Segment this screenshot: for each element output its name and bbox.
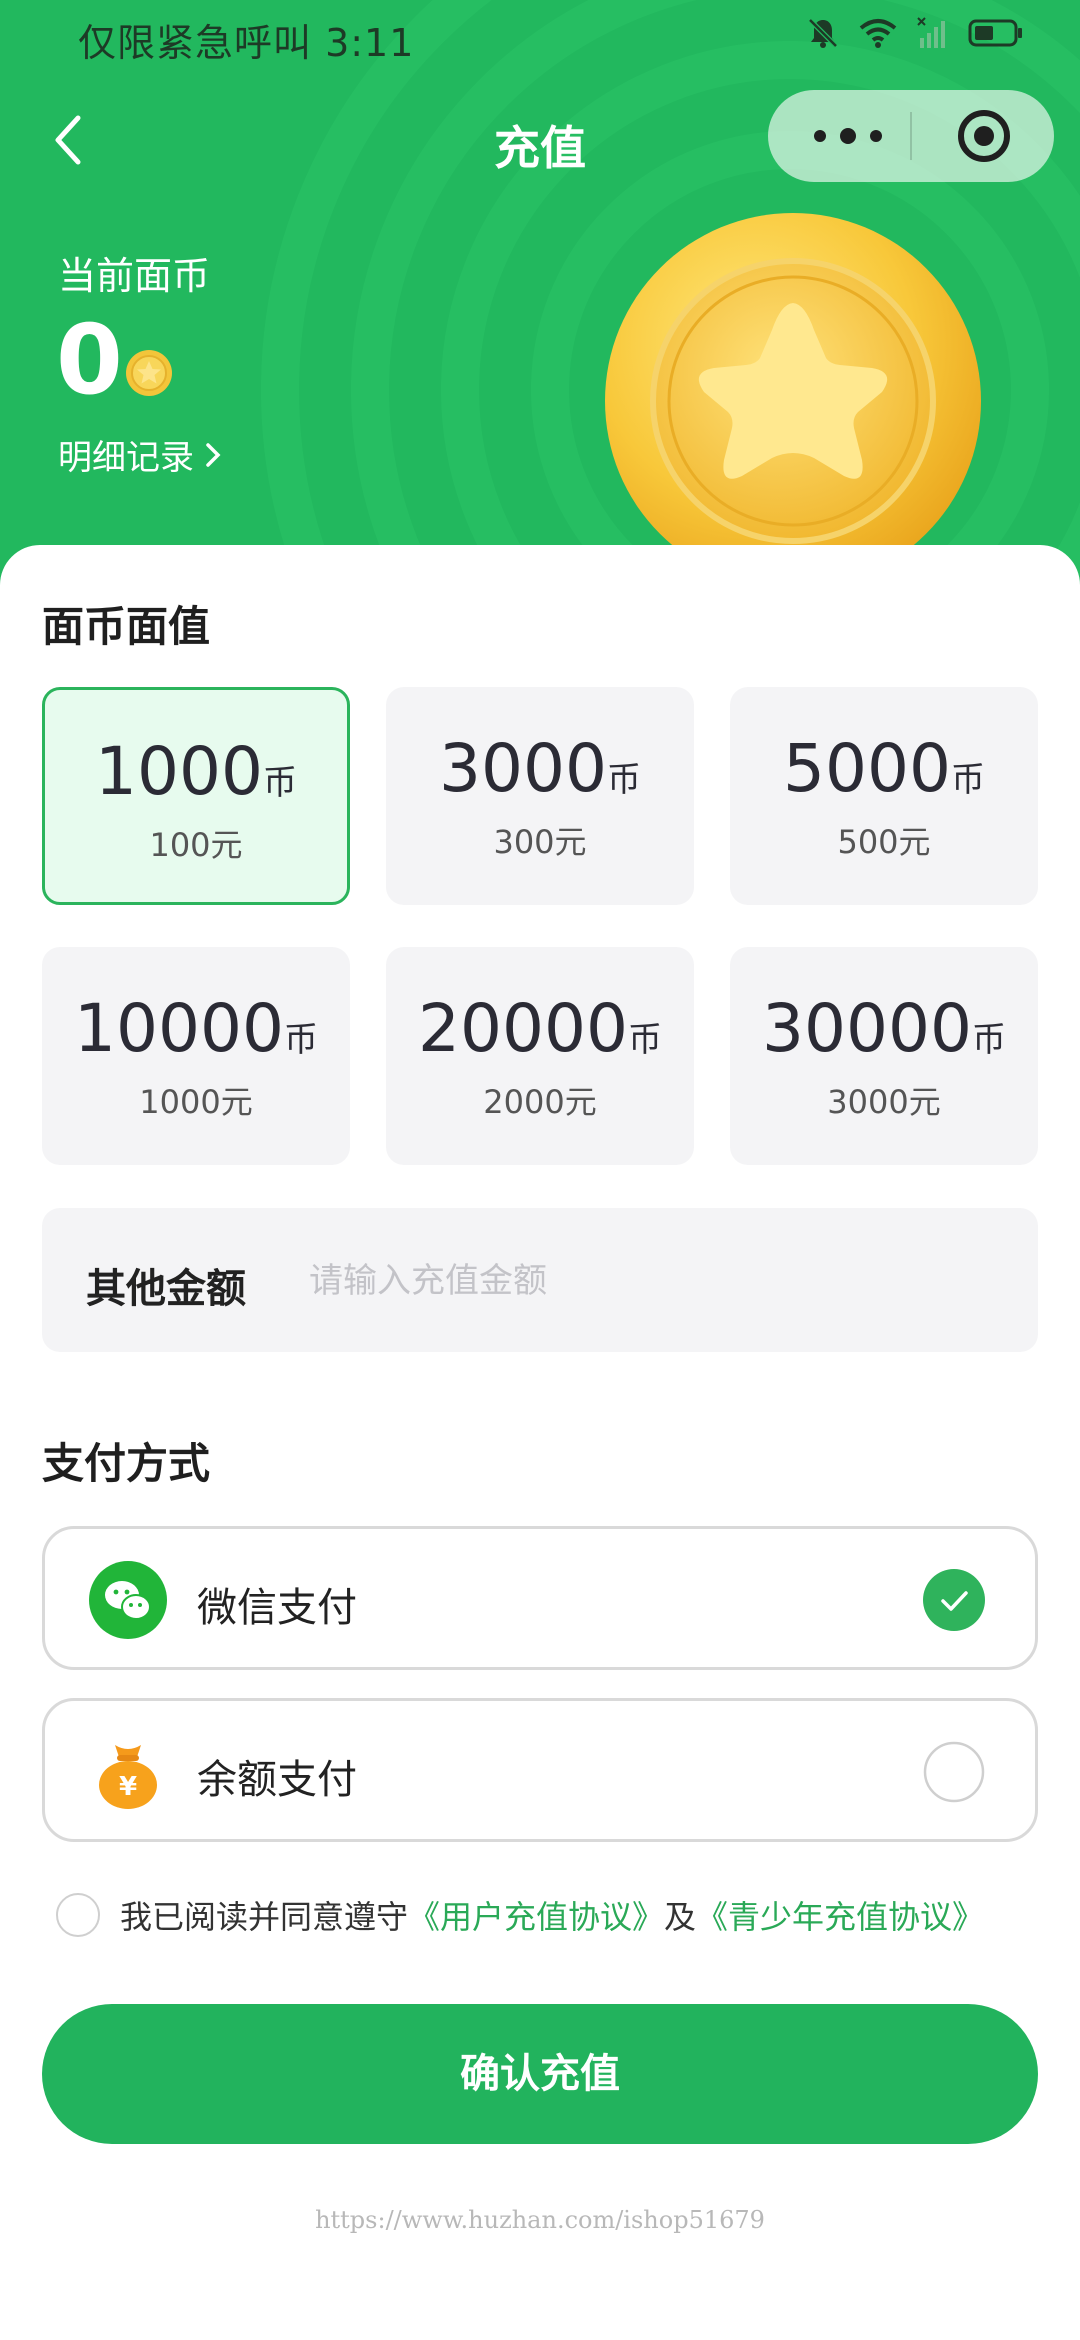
header-banner: 仅限紧急呼叫 3:11 充值 当前面币 0 明细记录 [0, 0, 1080, 600]
status-icons [806, 16, 1024, 50]
payment-title: 支付方式 [42, 1439, 211, 1488]
denomination-card-3000[interactable]: 3000币 300元 [386, 687, 694, 905]
chevron-right-icon [206, 442, 221, 467]
payment-label-wechat: 微信支付 [197, 1585, 357, 1631]
denomination-card-5000[interactable]: 5000币 500元 [730, 687, 1038, 905]
denomination-card-1000[interactable]: 1000币 100元 [42, 687, 350, 905]
denomination-card-30000[interactable]: 30000币 3000元 [730, 947, 1038, 1165]
card-coins: 3000币 [439, 730, 641, 807]
card-price: 500元 [837, 823, 931, 861]
denomination-card-20000[interactable]: 20000币 2000元 [386, 947, 694, 1165]
nav-bar: 充值 [0, 90, 1080, 190]
payment-option-balance[interactable]: ¥ 余额支付 [42, 1698, 1038, 1842]
close-target-icon[interactable] [956, 108, 1012, 164]
agreement-prefix: 我已阅读并同意遵守 [120, 1898, 409, 1936]
card-price: 1000元 [139, 1083, 253, 1121]
other-amount-label: 其他金额 [86, 1266, 246, 1312]
status-bar: 仅限紧急呼叫 3:11 [0, 0, 1080, 72]
more-dots-icon[interactable] [808, 126, 888, 146]
card-price: 100元 [149, 826, 243, 864]
payment-label-balance: 余额支付 [197, 1757, 357, 1803]
svg-text:¥: ¥ [119, 1772, 137, 1802]
status-text: 仅限紧急呼叫 3:11 [78, 21, 415, 65]
card-coins: 10000币 [74, 990, 318, 1067]
gold-coin-illustration [605, 213, 981, 589]
unchecked-circle-icon[interactable] [923, 1741, 985, 1803]
youth-agreement-link[interactable]: 《青少年充值协议》 [696, 1892, 984, 1938]
money-bag-icon: ¥ [99, 1745, 157, 1809]
card-price: 2000元 [483, 1083, 597, 1121]
card-coins: 1000币 [95, 733, 297, 810]
battery-icon [968, 19, 1022, 47]
checked-circle-icon[interactable] [923, 1569, 985, 1631]
card-coins: 20000币 [418, 990, 662, 1067]
user-agreement-link[interactable]: 《用户充值协议》 [408, 1892, 664, 1938]
wifi-icon [859, 19, 897, 48]
card-price: 3000元 [827, 1083, 941, 1121]
card-price: 300元 [493, 823, 587, 861]
detail-records-label: 明细记录 [58, 438, 194, 478]
agreement-row: 我已阅读并同意遵守 《用户充值协议》 及 《青少年充值协议》 [56, 1892, 984, 1938]
other-amount-input[interactable] [307, 1248, 991, 1314]
capsule-divider [910, 112, 912, 160]
payment-option-wechat[interactable]: 微信支付 [42, 1526, 1038, 1670]
detail-records-link[interactable]: 明细记录 [58, 430, 224, 479]
watermark: https://www.huzhan.com/ishop51679 [315, 2206, 765, 2234]
agreement-and: 及 [664, 1898, 697, 1936]
signal-icon [917, 17, 945, 48]
coin-icon [126, 350, 172, 396]
card-coins: 30000币 [762, 990, 1006, 1067]
card-coins: 5000币 [783, 730, 985, 807]
denomination-card-10000[interactable]: 10000币 1000元 [42, 947, 350, 1165]
bell-muted-icon [808, 18, 838, 48]
mini-program-capsule [768, 90, 1054, 182]
other-amount-field: 其他金额 [42, 1208, 1038, 1352]
balance-label: 当前面币 [58, 254, 211, 298]
wechat-pay-icon [89, 1561, 167, 1639]
confirm-recharge-button[interactable]: 确认充值 [42, 2004, 1038, 2144]
balance-value: 0 [56, 304, 123, 416]
agreement-radio[interactable] [56, 1893, 100, 1937]
denomination-title: 面币面值 [42, 602, 211, 651]
